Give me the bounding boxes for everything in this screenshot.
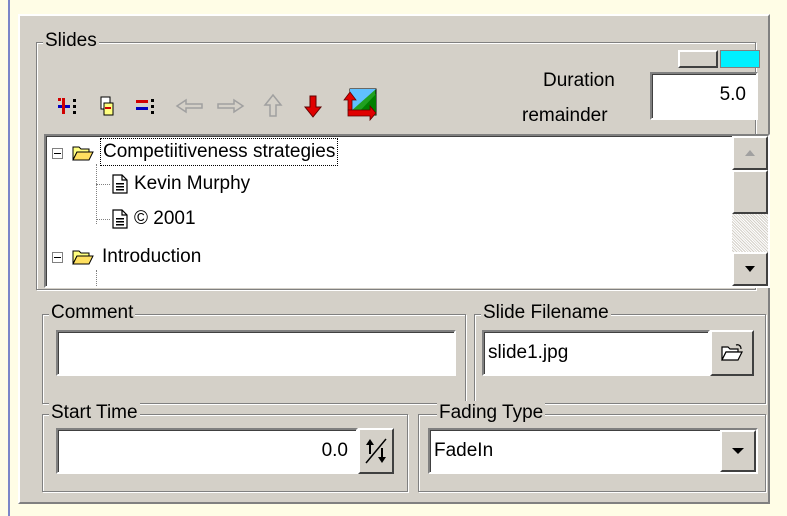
- insert-slide-button[interactable]: [94, 91, 120, 121]
- tree-item-label: Introduction: [102, 246, 202, 267]
- chevron-down-icon: [732, 448, 744, 454]
- browse-file-button[interactable]: [710, 330, 754, 376]
- arrow-up-icon: [745, 150, 755, 156]
- slides-legend: Slides: [43, 29, 99, 53]
- start-time-legend: Start Time: [49, 401, 140, 425]
- move-left-icon: [175, 98, 203, 114]
- scroll-down-button[interactable]: [732, 252, 768, 286]
- slides-tree[interactable]: Competiitiveness strategies Kevin Murphy…: [44, 134, 770, 288]
- tree-connector: [96, 184, 110, 185]
- move-up-button[interactable]: [260, 91, 286, 121]
- collapse-toggle[interactable]: [52, 252, 63, 263]
- scroll-thumb[interactable]: [732, 170, 768, 214]
- remove-slide-icon: [136, 99, 154, 114]
- tree-connector: [96, 164, 97, 224]
- cyan-indicator[interactable]: [720, 50, 760, 68]
- import-image-icon: [343, 88, 377, 122]
- move-left-button[interactable]: [174, 91, 206, 121]
- collapse-toggle[interactable]: [52, 148, 63, 159]
- start-time-input[interactable]: 0.0: [56, 428, 358, 474]
- import-image-button[interactable]: [340, 86, 380, 122]
- move-right-button[interactable]: [214, 91, 246, 121]
- move-down-button[interactable]: [300, 91, 326, 121]
- start-time-value: 0.0: [321, 440, 348, 461]
- duration-remainder-value: 5.0: [719, 84, 746, 105]
- slide-filename-legend: Slide Filename: [481, 301, 611, 325]
- duration-label-line1: Duration: [543, 70, 615, 91]
- slides-panel: Slides Duration remainder 5.0 Competiiti…: [18, 14, 770, 504]
- move-right-icon: [217, 98, 245, 114]
- tree-item-label: © 2001: [134, 208, 196, 229]
- slide-filename-value: slide1.jpg: [488, 342, 569, 363]
- gray-indicator[interactable]: [678, 50, 718, 68]
- start-time-spinner[interactable]: [358, 428, 394, 474]
- spinner-icon: [365, 438, 387, 464]
- remove-slide-button[interactable]: [134, 91, 160, 121]
- insert-slide-icon: [100, 96, 114, 116]
- arrow-down-icon: [745, 266, 755, 272]
- tree-connector: [96, 270, 97, 286]
- tree-item-introduction[interactable]: Introduction: [102, 242, 201, 272]
- tree-item-label: Kevin Murphy: [134, 173, 251, 194]
- document-icon: [112, 174, 128, 194]
- tree-item-copyright[interactable]: © 2001: [134, 204, 196, 234]
- tree-item-label: Competiitiveness strategies: [103, 141, 336, 162]
- fading-type-value: FadeIn: [434, 440, 494, 461]
- add-slide-icon: [58, 98, 76, 114]
- folder-open-icon: [72, 146, 94, 161]
- scroll-track[interactable]: [732, 214, 768, 252]
- fading-type-legend: Fading Type: [437, 401, 546, 425]
- document-icon: [112, 209, 128, 229]
- move-down-icon: [303, 95, 323, 118]
- fading-type-dropdown-button[interactable]: [720, 430, 756, 472]
- scroll-up-button[interactable]: [732, 136, 768, 170]
- move-up-icon: [263, 93, 283, 117]
- slide-filename-input[interactable]: slide1.jpg: [482, 330, 710, 376]
- tree-item-competitiveness-strategies[interactable]: Competiitiveness strategies: [100, 138, 339, 166]
- tree-item-kevin-murphy[interactable]: Kevin Murphy: [134, 169, 250, 199]
- duration-remainder-input[interactable]: 5.0: [650, 72, 758, 120]
- tree-connector: [96, 219, 110, 220]
- duration-label-line2: remainder: [522, 105, 608, 126]
- comment-legend: Comment: [49, 301, 136, 325]
- open-folder-icon: [721, 344, 743, 361]
- tree-scrollbar[interactable]: [732, 136, 768, 286]
- folder-open-icon: [72, 250, 94, 265]
- fading-type-select[interactable]: FadeIn: [428, 428, 758, 474]
- add-slide-button[interactable]: [56, 91, 82, 121]
- comment-input[interactable]: [56, 330, 456, 376]
